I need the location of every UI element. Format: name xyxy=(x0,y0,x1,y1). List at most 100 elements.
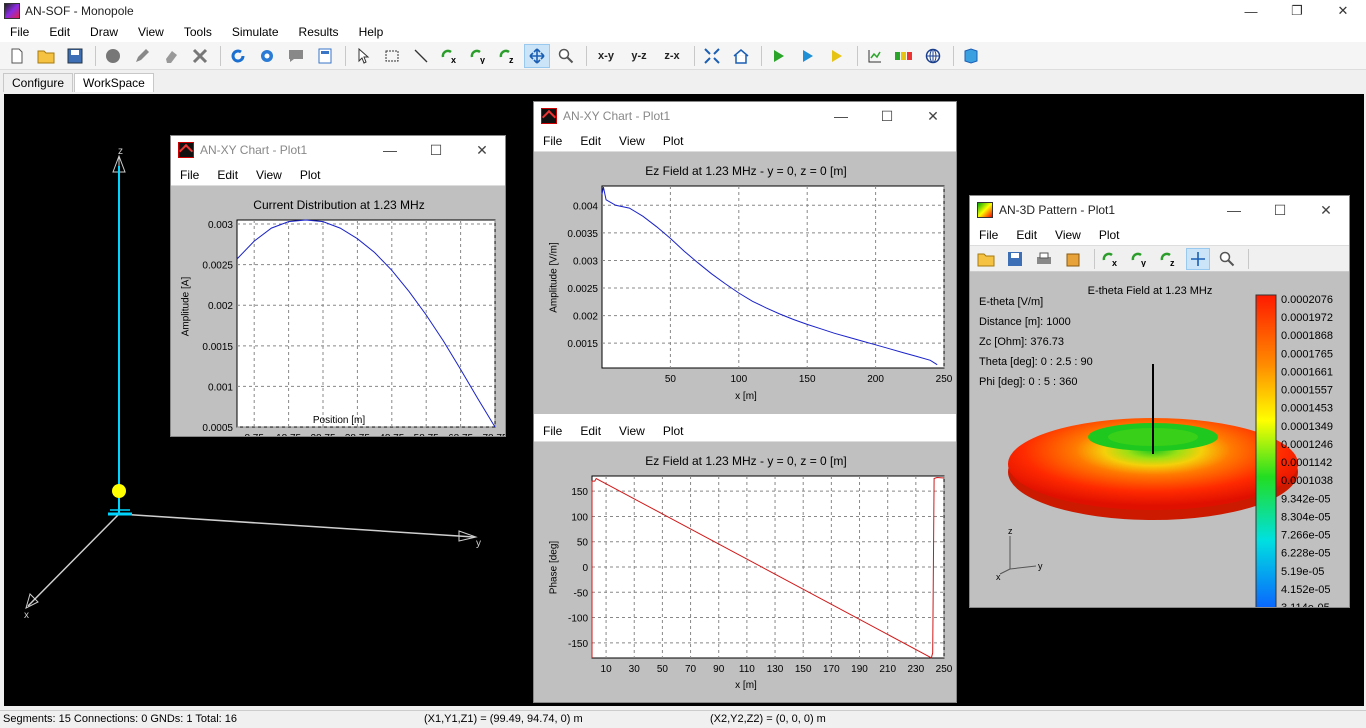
status-segments: Segments: 15 Connections: 0 GNDs: 1 Tota… xyxy=(3,713,237,725)
menu-simulate[interactable]: Simulate xyxy=(222,22,289,42)
eraser-icon[interactable] xyxy=(158,44,184,68)
menu-file[interactable]: File xyxy=(534,134,571,148)
menu-plot[interactable]: Plot xyxy=(1090,228,1129,242)
calculator-icon[interactable] xyxy=(312,44,338,68)
amplitude-y-axis-label: Amplitude [V/m] xyxy=(548,242,560,313)
menu-edit[interactable]: Edit xyxy=(208,168,247,182)
globe-icon[interactable] xyxy=(920,44,946,68)
pattern-canvas[interactable]: E-theta Field at 1.23 MHz E-theta [V/m] … xyxy=(970,274,1349,607)
menu-results[interactable]: Results xyxy=(289,22,349,42)
mini-x-axis xyxy=(999,568,1011,575)
delete-icon[interactable] xyxy=(187,44,213,68)
menu-view[interactable]: View xyxy=(610,424,654,438)
record-icon[interactable] xyxy=(100,44,126,68)
select-rect-icon[interactable] xyxy=(379,44,405,68)
rotate-y-icon[interactable]: y xyxy=(1128,248,1152,270)
rotate-x-icon[interactable]: x xyxy=(437,44,463,68)
pattern-titlebar[interactable]: AN-3D Pattern - Plot1 — ☐ ✕ xyxy=(970,196,1349,224)
refresh-icon[interactable] xyxy=(225,44,251,68)
view-zx-button[interactable]: z-x xyxy=(657,44,687,68)
tab-configure[interactable]: Configure xyxy=(3,73,74,92)
gear-icon[interactable] xyxy=(254,44,280,68)
maximize-button[interactable]: ☐ xyxy=(864,102,910,130)
run-icon[interactable] xyxy=(766,44,792,68)
zoom-icon[interactable] xyxy=(553,44,579,68)
print-icon[interactable] xyxy=(1032,248,1056,270)
phase-plot[interactable]: 10 30 50 70 90 110 130 150 170 190 210 230 250 150 100… xyxy=(534,442,957,703)
view-xy-button[interactable]: x-y xyxy=(591,44,621,68)
rotate-z-icon[interactable]: z xyxy=(495,44,521,68)
menu-edit[interactable]: Edit xyxy=(39,22,80,42)
menu-bar: File Edit Draw View Tools Simulate Resul… xyxy=(0,22,1366,42)
save-icon[interactable] xyxy=(62,44,88,68)
close-button[interactable]: ✕ xyxy=(910,102,956,130)
clipboard-icon[interactable] xyxy=(1061,248,1085,270)
open-folder-icon[interactable] xyxy=(974,248,998,270)
comment-icon[interactable] xyxy=(283,44,309,68)
home-icon[interactable] xyxy=(728,44,754,68)
ez-chart-window[interactable]: AN-XY Chart - Plot1 — ☐ ✕ File Edit View… xyxy=(533,101,957,703)
menu-plot[interactable]: Plot xyxy=(654,424,693,438)
menu-file[interactable]: File xyxy=(171,168,208,182)
save-icon[interactable] xyxy=(1003,248,1027,270)
menu-view[interactable]: View xyxy=(610,134,654,148)
maximize-button[interactable]: ☐ xyxy=(1257,196,1303,224)
menu-view[interactable]: View xyxy=(128,22,174,42)
colorbar-label: 8.304e-05 xyxy=(1281,511,1331,523)
minimize-button[interactable]: — xyxy=(818,102,864,130)
ez-chart-menu: File Edit View Plot xyxy=(534,130,956,152)
view-yz-button[interactable]: y-z xyxy=(624,44,654,68)
menu-help[interactable]: Help xyxy=(349,22,394,42)
spectrum-icon[interactable] xyxy=(891,44,917,68)
restore-button[interactable]: ❐ xyxy=(1274,0,1320,22)
chart-icon[interactable] xyxy=(862,44,888,68)
menu-view[interactable]: View xyxy=(1046,228,1090,242)
y-tick-label: 0.002 xyxy=(573,312,598,323)
close-button[interactable]: ✕ xyxy=(1303,196,1349,224)
current-chart-window[interactable]: AN-XY Chart - Plot1 — ☐ ✕ File Edit View… xyxy=(170,135,506,437)
colorbar-label: 0.0001038 xyxy=(1281,475,1333,487)
pan-icon[interactable] xyxy=(1186,247,1210,270)
toolbar-separator xyxy=(953,45,954,66)
open-folder-icon[interactable] xyxy=(33,44,59,68)
pattern-3d-window[interactable]: AN-3D Pattern - Plot1 — ☐ ✕ File Edit Vi… xyxy=(969,195,1350,608)
menu-plot[interactable]: Plot xyxy=(291,168,330,182)
menu-plot[interactable]: Plot xyxy=(654,134,693,148)
maximize-button[interactable]: ☐ xyxy=(413,136,459,164)
book-icon[interactable] xyxy=(958,44,984,68)
svg-text:y: y xyxy=(1141,258,1146,267)
current-chart-titlebar[interactable]: AN-XY Chart - Plot1 — ☐ ✕ xyxy=(171,136,505,164)
x-tick-label: 48.75 xyxy=(379,433,404,436)
menu-file[interactable]: File xyxy=(534,424,571,438)
menu-file[interactable]: File xyxy=(970,228,1007,242)
menu-tools[interactable]: Tools xyxy=(174,22,222,42)
fit-view-icon[interactable] xyxy=(699,44,725,68)
menu-edit[interactable]: Edit xyxy=(571,424,610,438)
chart-app-icon xyxy=(541,108,557,124)
menu-draw[interactable]: Draw xyxy=(80,22,128,42)
menu-file[interactable]: File xyxy=(0,22,39,42)
close-button[interactable]: ✕ xyxy=(459,136,505,164)
tab-workspace[interactable]: WorkSpace xyxy=(74,73,154,92)
close-button[interactable]: ✕ xyxy=(1320,0,1366,22)
ez-chart-titlebar[interactable]: AN-XY Chart - Plot1 — ☐ ✕ xyxy=(534,102,956,130)
line-icon[interactable] xyxy=(408,44,434,68)
current-plot[interactable]: 8.75 18.75 28.75 38.75 48.75 58.75 68.75 78.75 0… xyxy=(171,186,506,436)
run-yellow-icon[interactable] xyxy=(824,44,850,68)
minimize-button[interactable]: — xyxy=(1211,196,1257,224)
new-file-icon[interactable] xyxy=(4,44,30,68)
minimize-button[interactable]: — xyxy=(1228,0,1274,22)
zoom-icon[interactable] xyxy=(1215,248,1239,270)
rotate-x-icon[interactable]: x xyxy=(1099,248,1123,270)
pointer-icon[interactable] xyxy=(350,44,376,68)
menu-view[interactable]: View xyxy=(247,168,291,182)
rotate-z-icon[interactable]: z xyxy=(1157,248,1181,270)
run-blue-icon[interactable] xyxy=(795,44,821,68)
menu-edit[interactable]: Edit xyxy=(571,134,610,148)
rotate-y-icon[interactable]: y xyxy=(466,44,492,68)
minimize-button[interactable]: — xyxy=(367,136,413,164)
pan-icon[interactable] xyxy=(524,43,550,68)
pencil-icon[interactable] xyxy=(129,44,155,68)
amplitude-plot[interactable]: 50 100 150 200 250 0.004 0.0035 0.003 0.0025 0.00… xyxy=(534,152,957,412)
menu-edit[interactable]: Edit xyxy=(1007,228,1046,242)
